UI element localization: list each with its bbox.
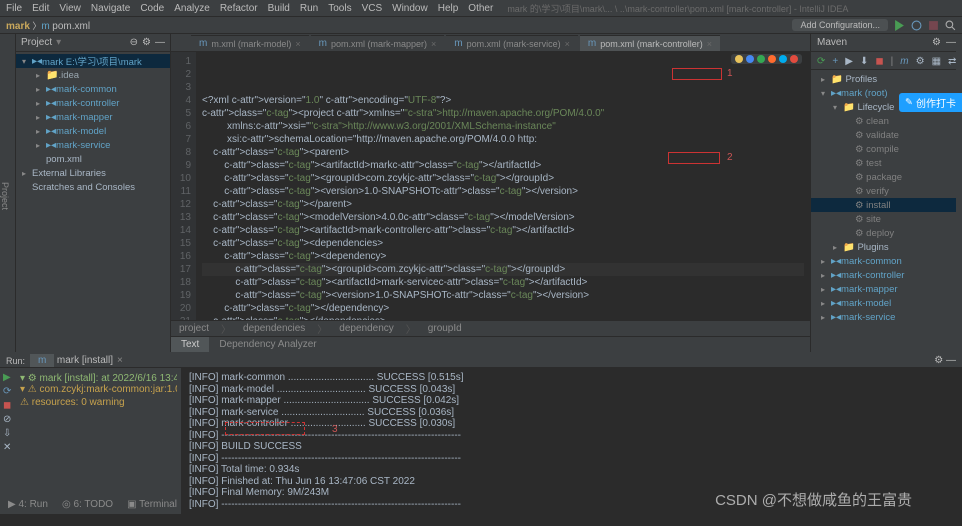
subtab[interactable]: Text	[171, 337, 209, 352]
run-tool-window: Run: m mark [install] × ⚙ — ▶⟳◼⊘⇩✕ ▾ ⚙ m…	[0, 352, 962, 496]
editor-subtabs[interactable]: TextDependency Analyzer	[171, 336, 810, 352]
maven-node[interactable]: ▸▸◂ mark-model	[811, 296, 962, 310]
subtab[interactable]: Dependency Analyzer	[209, 337, 326, 352]
stop-icon[interactable]	[928, 20, 939, 31]
menu-code[interactable]: Code	[140, 3, 164, 14]
project-header: Project ▾ ⊖⚙—	[16, 34, 170, 52]
gear-icon[interactable]: ⚙ —	[934, 355, 956, 366]
project-tree[interactable]: ▾▸◂ mark E:\学习\项目\mark▸📁 .idea▸▸◂ mark-c…	[16, 52, 170, 196]
project-node[interactable]: ▾▸◂ mark E:\学习\项目\mark	[16, 54, 170, 68]
maven-toolbar[interactable]: ⟳+▶⬇◼ |m⚙▦⇄	[811, 52, 962, 70]
maven-node[interactable]: ⚙ deploy	[811, 226, 962, 240]
maven-node[interactable]: ▸📁 Profiles	[811, 72, 962, 86]
maven-node[interactable]: ⚙ package	[811, 170, 962, 184]
project-title: Project	[21, 37, 52, 48]
code-area[interactable]: <?xml c-attr">version="1.0" c-attr">enco…	[196, 52, 810, 320]
run-tree[interactable]: ▾ ⚙ mark [install]: at 2022/6/16 13:47 运…	[16, 368, 181, 514]
editor-tab[interactable]: m pom.xml (mark-mapper) ×	[311, 35, 445, 51]
project-node[interactable]: pom.xml	[16, 152, 170, 166]
menu-refactor[interactable]: Refactor	[220, 3, 258, 14]
maven-node[interactable]: ⚙ install	[811, 198, 962, 212]
project-node[interactable]: ▸📁 .idea	[16, 68, 170, 82]
maven-node[interactable]: ▸📁 Plugins	[811, 240, 962, 254]
status-item[interactable]: ▶ 4: Run	[8, 499, 48, 510]
run-tab-bar[interactable]: Run: m mark [install] × ⚙ —	[0, 354, 962, 368]
maven-node[interactable]: ▸▸◂ mark-service	[811, 310, 962, 324]
collapse-icon[interactable]: ⊖	[130, 37, 138, 48]
toolbar: mark 〉m pom.xml Add Configuration...	[0, 17, 962, 34]
left-gutter[interactable]: Project	[0, 34, 16, 352]
gear-icon[interactable]: ⚙	[932, 37, 941, 48]
menu-file[interactable]: File	[6, 3, 22, 14]
menu-vcs[interactable]: VCS	[362, 3, 383, 14]
maven-node[interactable]: ▸▸◂ mark-mapper	[811, 282, 962, 296]
run-icon[interactable]	[894, 20, 905, 31]
editor: m m.xml (mark-model) ×m pom.xml (mark-ma…	[171, 34, 810, 352]
project-tool-window: Project ▾ ⊖⚙— ▾▸◂ mark E:\学习\项目\mark▸📁 .…	[16, 34, 171, 352]
maven-tool-window: Maven ⚙— ⟳+▶⬇◼ |m⚙▦⇄ ▸📁 Profiles▾▸◂ mark…	[810, 34, 962, 352]
hide-icon[interactable]: —	[155, 37, 165, 48]
menu-other[interactable]: Other	[468, 3, 493, 14]
csdn-badge[interactable]: ✎ 创作打卡	[899, 93, 962, 112]
maven-node[interactable]: ⚙ site	[811, 212, 962, 226]
menu-run[interactable]: Run	[300, 3, 318, 14]
editor-tab[interactable]: m pom.xml (mark-controller) ×	[580, 35, 720, 51]
code-breadcrumb[interactable]: project 〉 dependencies 〉 dependency 〉 gr…	[171, 320, 810, 336]
debug-icon[interactable]	[911, 20, 922, 31]
maven-node[interactable]: ⚙ test	[811, 156, 962, 170]
console-output[interactable]: [INFO] mark-common .....................…	[181, 368, 962, 514]
gear-icon[interactable]: ⚙	[142, 37, 151, 48]
status-item[interactable]: ▣ Terminal	[127, 499, 177, 510]
menu-edit[interactable]: Edit	[32, 3, 49, 14]
maven-node[interactable]: ⚙ clean	[811, 114, 962, 128]
menu-tools[interactable]: Tools	[328, 3, 351, 14]
maven-node[interactable]: ⚙ verify	[811, 184, 962, 198]
editor-tab[interactable]: m m.xml (mark-model) ×	[191, 35, 309, 51]
project-node[interactable]: ▸▸◂ mark-service	[16, 138, 170, 152]
gutter: 12345678910111213141516171819202122	[171, 52, 196, 320]
menu-navigate[interactable]: Navigate	[91, 3, 130, 14]
breadcrumb: mark 〉m pom.xml	[6, 19, 90, 32]
maven-title: Maven	[817, 37, 847, 48]
browser-icons[interactable]	[731, 54, 802, 64]
search-icon[interactable]	[945, 20, 956, 31]
menu-build[interactable]: Build	[268, 3, 290, 14]
menu-help[interactable]: Help	[438, 3, 459, 14]
maven-node[interactable]: ▸▸◂ mark-controller	[811, 268, 962, 282]
project-node[interactable]: Scratches and Consoles	[16, 180, 170, 194]
menu-analyze[interactable]: Analyze	[174, 3, 210, 14]
editor-tab[interactable]: m pom.xml (mark-service) ×	[446, 35, 578, 51]
project-node[interactable]: ▸▸◂ mark-mapper	[16, 110, 170, 124]
add-configuration-button[interactable]: Add Configuration...	[792, 19, 888, 31]
menu-view[interactable]: View	[59, 3, 81, 14]
hide-icon[interactable]: —	[946, 37, 956, 48]
project-node[interactable]: ▸▸◂ mark-controller	[16, 96, 170, 110]
project-node[interactable]: ▸▸◂ mark-common	[16, 82, 170, 96]
maven-node[interactable]: ⚙ compile	[811, 142, 962, 156]
run-toolbar[interactable]: ▶⟳◼⊘⇩✕	[0, 368, 16, 514]
right-gutter[interactable]	[956, 34, 962, 352]
project-node[interactable]: ▸External Libraries	[16, 166, 170, 180]
project-node[interactable]: ▸▸◂ mark-model	[16, 124, 170, 138]
maven-node[interactable]: ⚙ validate	[811, 128, 962, 142]
status-item[interactable]: ◎ 6: TODO	[62, 499, 113, 510]
menu-window[interactable]: Window	[392, 3, 428, 14]
menu-bar: File Edit View Navigate Code Analyze Refactor B…	[0, 0, 962, 17]
maven-node[interactable]: ▸▸◂ mark-common	[811, 254, 962, 268]
editor-tabs[interactable]: m m.xml (mark-model) ×m pom.xml (mark-ma…	[171, 34, 810, 52]
